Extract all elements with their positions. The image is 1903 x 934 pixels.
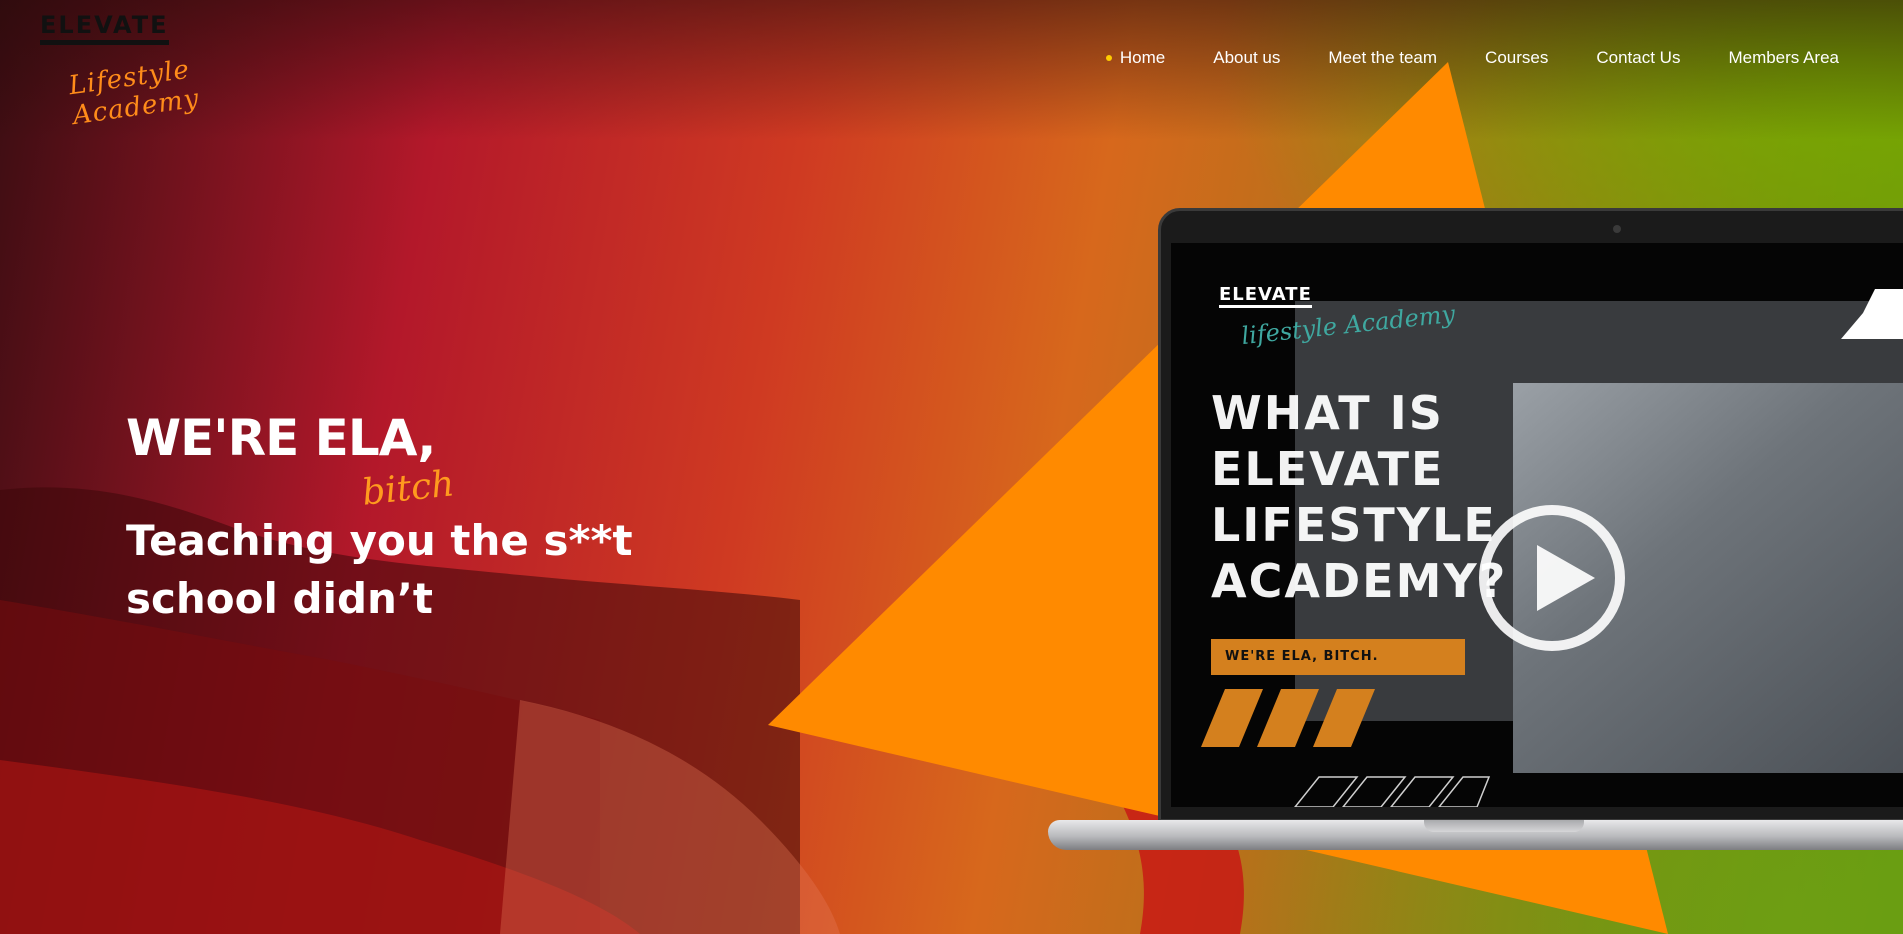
hero-subline-1: Teaching you the s**t [126, 516, 633, 565]
video-title-line-2: ELEVATE [1211, 442, 1445, 496]
logo-wordmark: ELEVATE [40, 12, 169, 45]
laptop-notch [1424, 820, 1584, 832]
video-tagline: WE'RE ELA, BITCH. [1211, 639, 1465, 675]
laptop-video-mockup: ELEVATE lifestyle Academy WHAT IS ELEVAT… [1048, 208, 1903, 850]
nav-courses[interactable]: Courses [1485, 48, 1548, 68]
hero-subline-2: school didn’t [126, 574, 433, 623]
main-navigation: Home About us Meet the team Courses Cont… [1105, 48, 1839, 68]
video-screen[interactable]: ELEVATE lifestyle Academy WHAT IS ELEVAT… [1171, 243, 1903, 807]
site-logo[interactable]: ELEVATE Lifestyle Academy [40, 12, 290, 131]
nav-meet-the-team[interactable]: Meet the team [1328, 48, 1437, 68]
video-title-line-4: ACADEMY? [1211, 554, 1508, 608]
nav-home[interactable]: Home [1105, 48, 1165, 68]
nav-about-us[interactable]: About us [1213, 48, 1280, 68]
stripes-decoration [1201, 689, 1375, 747]
nav-contact-us[interactable]: Contact Us [1596, 48, 1680, 68]
video-logo-wordmark: ELEVATE [1219, 285, 1312, 308]
nav-members-area[interactable]: Members Area [1728, 48, 1839, 68]
camera-icon [1613, 225, 1621, 233]
laptop-lid: ELEVATE lifestyle Academy WHAT IS ELEVAT… [1158, 208, 1903, 822]
hero-headline: WE'RE ELA, [126, 409, 436, 467]
hero-headline-block: WE'RE ELA, bitch Teaching you the s**t s… [126, 408, 633, 628]
hero-section: ELEVATE Lifestyle Academy Home About us … [0, 0, 1903, 934]
laptop-base [1048, 820, 1903, 850]
outline-stripes-decoration [1294, 776, 1491, 807]
video-title: WHAT IS ELEVATE LIFESTYLE ACADEMY? [1211, 385, 1507, 609]
video-title-line-1: WHAT IS [1211, 386, 1444, 440]
corner-stripe-decoration [1841, 289, 1903, 339]
hero-subheadline: Teaching you the s**t school didn’t [126, 512, 633, 628]
hero-script-word: bitch [360, 463, 457, 514]
play-icon[interactable] [1479, 505, 1625, 651]
video-title-line-3: LIFESTYLE [1211, 498, 1497, 552]
